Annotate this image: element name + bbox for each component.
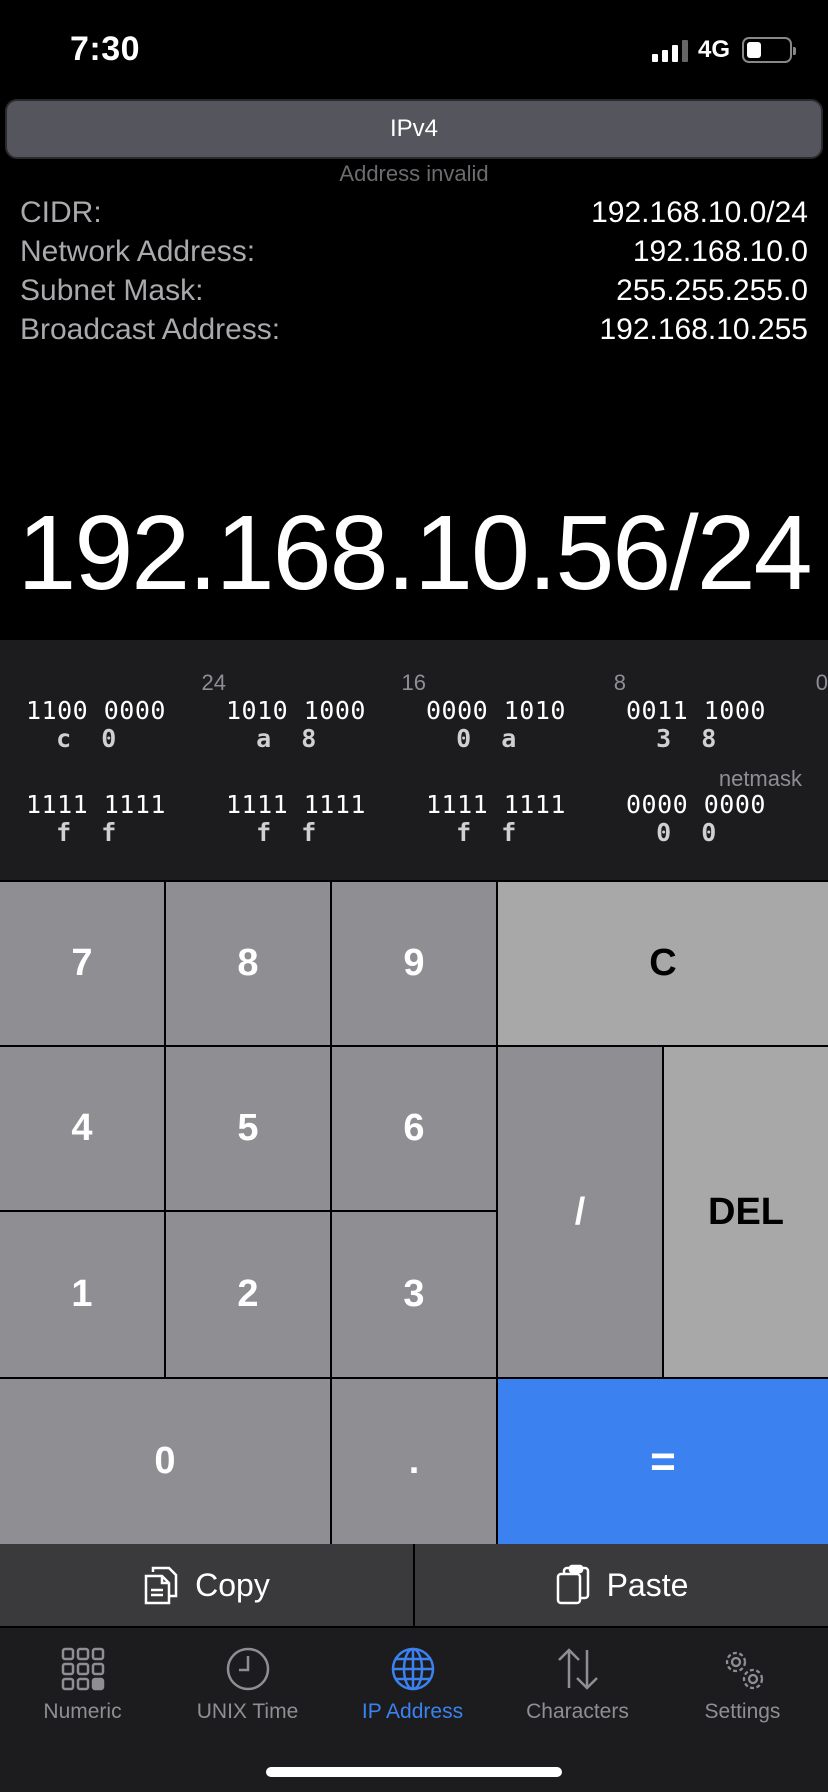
key-9[interactable]: 9 bbox=[332, 882, 496, 1045]
octet-hex: 3 8 bbox=[626, 724, 717, 753]
info-row-subnet-mask: Subnet Mask: 255.255.255.0 bbox=[20, 274, 808, 313]
keypad: 7 8 9 C 4 5 6 / DEL 1 2 3 0 . = bbox=[0, 880, 828, 1544]
tab-label: Numeric bbox=[43, 1700, 122, 1723]
key-7[interactable]: 7 bbox=[0, 882, 164, 1045]
octet-bits: 1010 1000 bbox=[226, 696, 366, 725]
copy-icon bbox=[144, 1566, 178, 1605]
bit-position-label: 0 bbox=[815, 670, 828, 695]
info-row-broadcast-address: Broadcast Address: 192.168.10.255 bbox=[20, 313, 808, 352]
octet-bits: 1111 1111 bbox=[26, 790, 166, 819]
info-value: 192.168.10.255 bbox=[599, 313, 808, 346]
network-type: 4G bbox=[698, 36, 731, 63]
tab-numeric[interactable]: Numeric bbox=[0, 1628, 165, 1738]
info-row-network-address: Network Address: 192.168.10.0 bbox=[20, 235, 808, 274]
binary-panel: 24 1100 0000 c 0 16 1010 1000 a 8 8 0000… bbox=[0, 640, 828, 880]
key-6[interactable]: 6 bbox=[332, 1047, 496, 1210]
octet-hex: f f bbox=[226, 818, 317, 847]
clear-button[interactable]: C bbox=[498, 882, 828, 1045]
octet-hex: f f bbox=[26, 818, 117, 847]
info-value: 192.168.10.0/24 bbox=[591, 196, 808, 229]
signal-icon bbox=[652, 38, 688, 62]
address-status: Address invalid bbox=[339, 161, 489, 186]
action-bar: Copy Paste bbox=[0, 1544, 828, 1626]
status-time: 7:30 bbox=[70, 30, 141, 68]
slash-key[interactable]: / bbox=[498, 1047, 662, 1377]
arrows-updown-icon bbox=[557, 1648, 598, 1690]
key-2[interactable]: 2 bbox=[166, 1212, 330, 1377]
status-bar: 7:30 4G bbox=[0, 0, 828, 96]
tab-label: IP Address bbox=[361, 1700, 464, 1723]
info-label: CIDR: bbox=[20, 196, 102, 229]
tab-label: Settings bbox=[704, 1700, 781, 1723]
paste-label: Paste bbox=[606, 1566, 689, 1603]
info-label: Network Address: bbox=[20, 235, 256, 268]
tab-label: Characters bbox=[526, 1700, 629, 1723]
octet-bits: 0000 0000 bbox=[626, 790, 766, 819]
octet-hex: c 0 bbox=[26, 724, 117, 753]
tab-ip-address[interactable]: IP Address bbox=[330, 1628, 495, 1738]
paste-button[interactable]: Paste bbox=[415, 1544, 828, 1626]
key-5[interactable]: 5 bbox=[166, 1047, 330, 1210]
home-indicator bbox=[266, 1767, 562, 1777]
info-row-cidr: CIDR: 192.168.10.0/24 bbox=[20, 196, 808, 235]
key-8[interactable]: 8 bbox=[166, 882, 330, 1045]
copy-label: Copy bbox=[195, 1566, 270, 1603]
info-label: Broadcast Address: bbox=[20, 313, 281, 346]
octet-hex: a 8 bbox=[226, 724, 317, 753]
tab-characters[interactable]: Characters bbox=[495, 1628, 660, 1738]
bit-position-label: 8 bbox=[613, 670, 626, 695]
tab-label: UNIX Time bbox=[196, 1700, 299, 1723]
battery-icon bbox=[742, 37, 796, 63]
segment-label: IPv4 bbox=[389, 115, 439, 142]
key-3[interactable]: 3 bbox=[332, 1212, 496, 1377]
grid-icon bbox=[61, 1647, 104, 1691]
gears-icon bbox=[725, 1651, 763, 1690]
info-label: Subnet Mask: bbox=[20, 274, 204, 307]
delete-button[interactable]: DEL bbox=[664, 1047, 828, 1377]
octet-hex: 0 a bbox=[426, 724, 517, 753]
ip-display: 192.168.10.56/24 bbox=[17, 494, 812, 612]
ip-version-segment[interactable]: IPv4 bbox=[5, 99, 823, 159]
octet-bits: 0000 1010 bbox=[426, 696, 566, 725]
clock-icon bbox=[226, 1647, 269, 1691]
equals-button[interactable]: = bbox=[498, 1379, 828, 1544]
dot-key[interactable]: . bbox=[332, 1379, 496, 1544]
octet-hex: f f bbox=[426, 818, 517, 847]
key-4[interactable]: 4 bbox=[0, 1047, 164, 1210]
key-0[interactable]: 0 bbox=[0, 1379, 330, 1544]
octet-bits: 1111 1111 bbox=[426, 790, 566, 819]
info-value: 192.168.10.0 bbox=[632, 235, 808, 268]
netmask-label: netmask bbox=[718, 766, 802, 791]
tab-unix-time[interactable]: UNIX Time bbox=[165, 1628, 330, 1738]
bit-position-label: 16 bbox=[401, 670, 426, 695]
octet-bits: 1100 0000 bbox=[26, 696, 166, 725]
octet-hex: 0 0 bbox=[626, 818, 717, 847]
globe-icon bbox=[391, 1647, 434, 1691]
octet-bits: 1111 1111 bbox=[226, 790, 366, 819]
paste-icon bbox=[556, 1564, 589, 1605]
copy-button[interactable]: Copy bbox=[0, 1544, 413, 1626]
bit-position-label: 24 bbox=[201, 670, 226, 695]
octet-bits: 0011 1000 bbox=[626, 696, 766, 725]
network-info: CIDR: 192.168.10.0/24 Network Address: 1… bbox=[20, 196, 808, 352]
key-1[interactable]: 1 bbox=[0, 1212, 164, 1377]
info-value: 255.255.255.0 bbox=[616, 274, 808, 307]
tab-settings[interactable]: Settings bbox=[660, 1628, 825, 1738]
